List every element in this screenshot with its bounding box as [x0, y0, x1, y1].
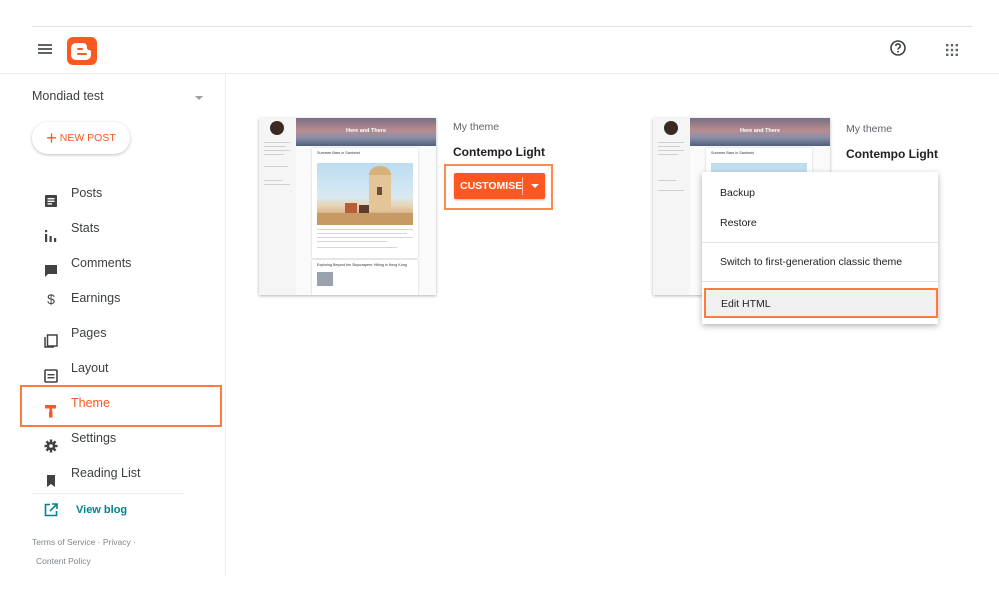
preview-post-image: [317, 163, 413, 225]
preview-avatar: [270, 121, 284, 135]
sidebar-footer: Terms of Service · Privacy · Content Pol…: [32, 533, 182, 571]
preview-banner: Here and There: [296, 118, 436, 146]
menu-item-backup[interactable]: Backup: [702, 187, 938, 199]
footer-separator: ·: [97, 537, 101, 547]
preview-sidebar: [653, 118, 690, 295]
view-blog-link[interactable]: View blog: [44, 503, 128, 517]
sidebar-item-posts[interactable]: Posts: [20, 176, 218, 211]
sidebar-item-layout[interactable]: Layout: [20, 351, 218, 386]
customise-highlight: CUSTOMISE: [444, 164, 553, 210]
gear-icon: [44, 432, 58, 453]
theme-name: Contempo Light: [846, 147, 938, 161]
privacy-link[interactable]: Privacy: [103, 537, 131, 547]
theme-label: My theme: [846, 123, 893, 135]
preview-header-title: Here and There: [739, 128, 781, 134]
sidebar: Mondiad test + NEW POST Posts Stats Comme…: [0, 74, 226, 576]
sidebar-item-label: Posts: [71, 186, 103, 200]
help-circle-icon[interactable]: [889, 39, 907, 57]
preview-post-card: Summer Bars in Santorini: [312, 148, 418, 258]
sidebar-item-label: Earnings: [71, 291, 121, 305]
menu-item-restore[interactable]: Restore: [702, 217, 938, 229]
sidebar-item-reading-list[interactable]: Reading List: [20, 456, 218, 491]
preview-sidebar: [259, 118, 296, 295]
sidebar-item-stats[interactable]: Stats: [20, 211, 218, 246]
preview-post-image: [317, 272, 333, 286]
sidebar-item-label: Pages: [71, 326, 107, 340]
theme-options-menu: Backup Restore Switch to first-generatio…: [702, 172, 938, 324]
view-blog-label: View blog: [76, 504, 128, 516]
sidebar-item-pages[interactable]: Pages: [20, 316, 218, 351]
menu-item-edit-html[interactable]: Edit HTML: [704, 288, 938, 318]
plus-icon: +: [46, 128, 57, 148]
terms-link[interactable]: Terms of Service: [32, 537, 95, 547]
comments-icon: [44, 257, 58, 277]
pages-icon: [44, 327, 58, 348]
chevron-down-icon: [195, 96, 203, 100]
content-policy-link[interactable]: Content Policy: [36, 556, 91, 566]
theme-name: Contempo Light: [453, 145, 545, 159]
sidebar-item-label: Stats: [71, 221, 100, 235]
customise-button[interactable]: CUSTOMISE: [454, 173, 545, 199]
sidebar-item-earnings[interactable]: $ Earnings: [20, 281, 218, 316]
sidebar-item-settings[interactable]: Settings: [20, 421, 218, 456]
menu-divider: [702, 281, 938, 282]
new-post-button[interactable]: + NEW POST: [32, 122, 130, 154]
layout-icon: [44, 362, 58, 383]
theme-preview-thumbnail[interactable]: Here and There Summer Bars in Santorini …: [259, 118, 436, 295]
chevron-down-icon[interactable]: [528, 181, 542, 191]
paint-roller-icon: [44, 397, 58, 418]
preview-banner: Here and There: [690, 118, 830, 146]
sidebar-item-label: Comments: [71, 256, 132, 270]
posts-icon: [44, 187, 58, 207]
dollar-icon: $: [47, 291, 55, 307]
button-divider: [522, 177, 523, 195]
preview-post-title: Summer Bars in Santorini: [317, 151, 361, 155]
sidebar-item-label: Layout: [71, 361, 109, 375]
preview-header-title: Here and There: [345, 128, 387, 134]
hamburger-icon[interactable]: [38, 44, 52, 54]
blog-selector[interactable]: Mondiad test: [32, 89, 207, 107]
menu-divider: [702, 242, 938, 243]
menu-item-switch-classic-theme[interactable]: Switch to first-generation classic theme: [702, 256, 938, 268]
customise-label: CUSTOMISE: [460, 180, 523, 192]
stats-icon: [44, 222, 58, 242]
bookmark-icon: [44, 467, 58, 487]
preview-post-card: Exploring Beyond the Skyscrapers: Hiking…: [312, 260, 418, 295]
sidebar-item-label: Reading List: [71, 466, 141, 480]
sidebar-item-comments[interactable]: Comments: [20, 246, 218, 281]
apps-grid-icon[interactable]: [945, 43, 959, 57]
preview-avatar: [664, 121, 678, 135]
app-header: [0, 27, 999, 74]
theme-label: My theme: [453, 121, 500, 133]
preview-post-title: Exploring Beyond the Skyscrapers: Hiking…: [317, 263, 407, 267]
external-link-icon: [44, 503, 58, 517]
sidebar-item-theme[interactable]: Theme: [20, 385, 222, 427]
sidebar-nav: Posts Stats Comments $ Earnings Pages La…: [20, 176, 222, 491]
sidebar-divider: [32, 493, 184, 494]
blogger-logo-icon[interactable]: [67, 37, 97, 65]
new-post-label: NEW POST: [59, 132, 116, 144]
footer-separator: ·: [133, 537, 136, 547]
sidebar-item-label: Theme: [71, 396, 110, 410]
blog-name: Mondiad test: [32, 89, 104, 103]
preview-post-title: Summer Bars in Santorini: [711, 151, 755, 155]
sidebar-item-label: Settings: [71, 431, 117, 445]
